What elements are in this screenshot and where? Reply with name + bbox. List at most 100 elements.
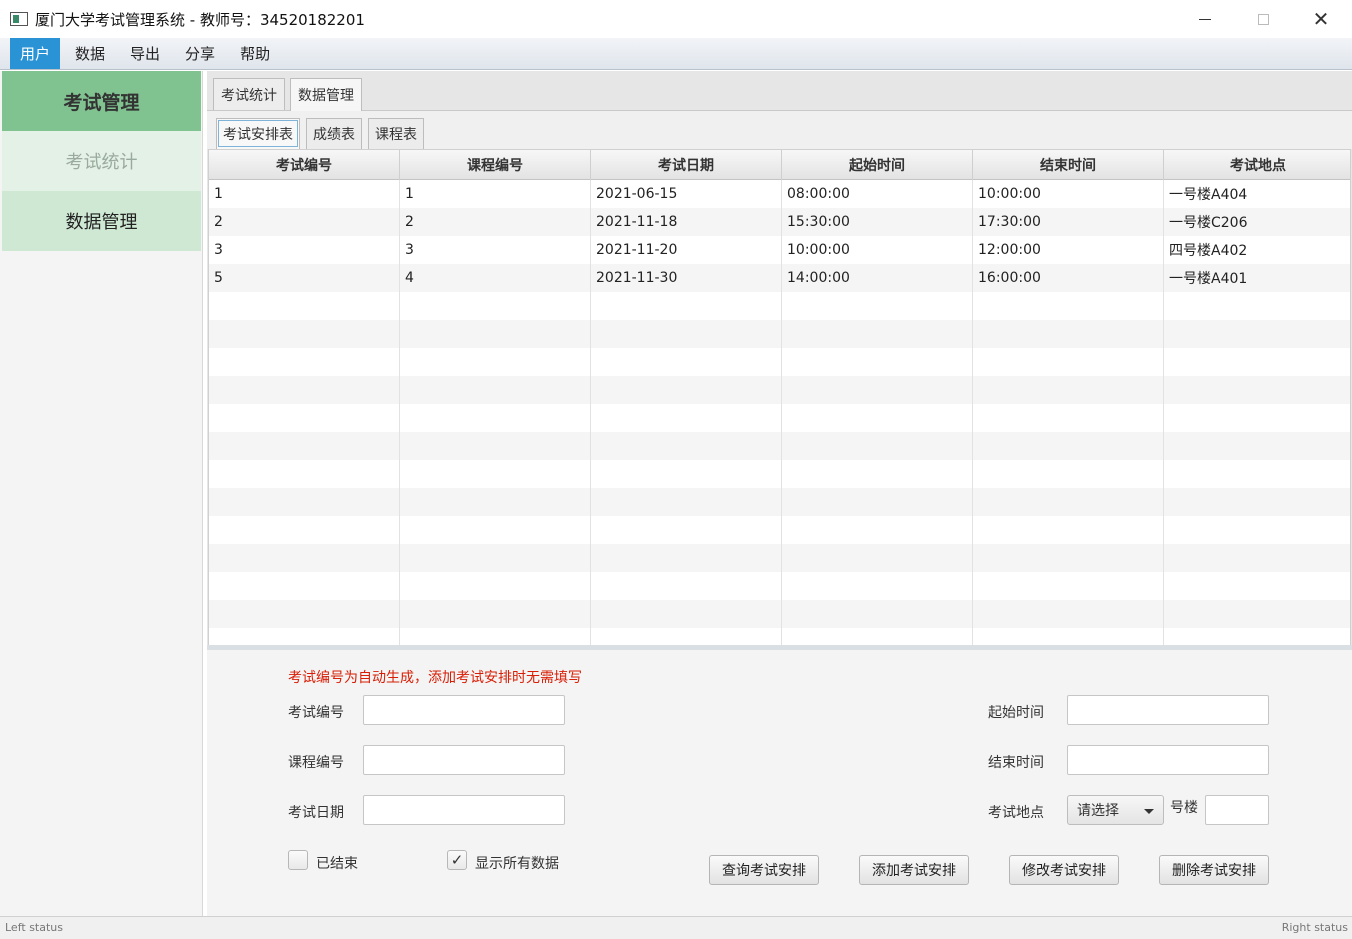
- start-time-input[interactable]: [1067, 695, 1269, 725]
- room-input[interactable]: [1205, 795, 1269, 825]
- table-row[interactable]: [209, 488, 1350, 516]
- table-cell: [782, 460, 973, 488]
- table-cell: [209, 460, 400, 488]
- table-row[interactable]: [209, 516, 1350, 544]
- table-row[interactable]: [209, 432, 1350, 460]
- close-button[interactable]: ✕: [1292, 0, 1350, 38]
- exam-id-input[interactable]: [363, 695, 565, 725]
- minimize-button[interactable]: [1176, 0, 1234, 38]
- table-cell: [400, 404, 591, 432]
- table-cell: [400, 292, 591, 320]
- table-cell: [209, 320, 400, 348]
- table-cell: [400, 544, 591, 572]
- table-row[interactable]: [209, 348, 1350, 376]
- table-cell: [973, 516, 1164, 544]
- table-cell: [1164, 572, 1350, 600]
- modify-exam-button[interactable]: 修改考试安排: [1009, 855, 1119, 885]
- table-row[interactable]: [209, 628, 1350, 645]
- table-row[interactable]: [209, 404, 1350, 432]
- column-header[interactable]: 结束时间: [973, 150, 1164, 180]
- table-cell: 14:00:00: [782, 264, 973, 292]
- column-header[interactable]: 课程编号: [400, 150, 591, 180]
- sidebar-item-exam-statistics[interactable]: 考试统计: [2, 131, 201, 191]
- table-cell: 2021-11-20: [591, 236, 782, 264]
- show-all-checkbox[interactable]: ✓: [447, 850, 467, 870]
- table-cell: [209, 432, 400, 460]
- tab-score-table[interactable]: 成绩表: [306, 118, 362, 149]
- menu-bar: 用户 数据 导出 分享 帮助: [0, 38, 1352, 70]
- column-header[interactable]: 考试编号: [209, 150, 400, 180]
- building-suffix-label: 号楼: [1170, 800, 1198, 816]
- table-cell: 3: [400, 236, 591, 264]
- auto-id-hint: 考试编号为自动生成，添加考试安排时无需填写: [288, 670, 582, 686]
- table-cell: [209, 628, 400, 645]
- sidebar: 考试管理 考试统计 数据管理: [0, 71, 203, 916]
- table-cell: [591, 488, 782, 516]
- query-exam-button[interactable]: 查询考试安排: [709, 855, 819, 885]
- tab-exam-schedule[interactable]: 考试安排表: [216, 118, 300, 149]
- tab-exam-statistics[interactable]: 考试统计: [213, 78, 285, 110]
- table-cell: [591, 348, 782, 376]
- menu-data[interactable]: 数据: [65, 38, 115, 69]
- menu-help[interactable]: 帮助: [230, 38, 280, 69]
- table-cell: [973, 432, 1164, 460]
- column-header[interactable]: 考试日期: [591, 150, 782, 180]
- exam-schedule-table[interactable]: 考试编号 课程编号 考试日期 起始时间 结束时间 考试地点 1 1 2021-06-…: [208, 149, 1351, 646]
- ended-checkbox[interactable]: [288, 850, 308, 870]
- table-row[interactable]: 2 2 2021-11-18 15:30:00 17:30:00 一号楼C206: [209, 208, 1350, 236]
- exam-date-input[interactable]: [363, 795, 565, 825]
- table-cell: [591, 544, 782, 572]
- table-cell: [973, 600, 1164, 628]
- table-cell: [973, 488, 1164, 516]
- table-cell: 08:00:00: [782, 180, 973, 208]
- table-cell: 15:30:00: [782, 208, 973, 236]
- end-time-input[interactable]: [1067, 745, 1269, 775]
- delete-exam-button[interactable]: 删除考试安排: [1159, 855, 1269, 885]
- app-icon: [10, 12, 28, 26]
- table-cell: 一号楼A404: [1169, 187, 1248, 203]
- course-id-input[interactable]: [363, 745, 565, 775]
- table-row[interactable]: [209, 572, 1350, 600]
- table-row[interactable]: 3 3 2021-11-20 10:00:00 12:00:00 四号楼A402: [209, 236, 1350, 264]
- maximize-button[interactable]: [1234, 0, 1292, 38]
- menu-share[interactable]: 分享: [175, 38, 225, 69]
- tab-data-management[interactable]: 数据管理: [290, 78, 362, 111]
- table-row[interactable]: [209, 600, 1350, 628]
- table-cell: [209, 544, 400, 572]
- table-row[interactable]: [209, 376, 1350, 404]
- table-cell: [782, 516, 973, 544]
- table-cell: [973, 460, 1164, 488]
- menu-user[interactable]: 用户: [10, 38, 61, 69]
- table-cell: [782, 572, 973, 600]
- table-cell: [400, 432, 591, 460]
- table-cell: [400, 348, 591, 376]
- building-select[interactable]: 请选择: [1067, 795, 1164, 825]
- sidebar-header: 考试管理: [2, 71, 201, 131]
- table-row[interactable]: [209, 320, 1350, 348]
- start-time-label: 起始时间: [988, 705, 1044, 721]
- table-row[interactable]: [209, 544, 1350, 572]
- table-body: 1 1 2021-06-15 08:00:00 10:00:00 一号楼A404 2 2 202…: [209, 180, 1350, 645]
- tab-course-table[interactable]: 课程表: [368, 118, 424, 149]
- table-cell: [782, 488, 973, 516]
- table-cell: [400, 320, 591, 348]
- column-header[interactable]: 起始时间: [782, 150, 973, 180]
- table-cell: 四号楼A402: [1169, 243, 1248, 259]
- column-header[interactable]: 考试地点: [1164, 150, 1350, 180]
- menu-export[interactable]: 导出: [120, 38, 170, 69]
- add-exam-button[interactable]: 添加考试安排: [859, 855, 969, 885]
- ended-label: 已结束: [316, 856, 358, 872]
- table-cell: [782, 404, 973, 432]
- table-row[interactable]: [209, 460, 1350, 488]
- sidebar-item-data-management[interactable]: 数据管理: [2, 191, 201, 251]
- table-row[interactable]: 1 1 2021-06-15 08:00:00 10:00:00 一号楼A404: [209, 180, 1350, 208]
- table-cell: 16:00:00: [973, 264, 1164, 292]
- table-cell: 2: [209, 208, 400, 236]
- table-row[interactable]: [209, 292, 1350, 320]
- table-cell: [1164, 432, 1350, 460]
- table-row[interactable]: 5 4 2021-11-30 14:00:00 16:00:00 一号楼A401: [209, 264, 1350, 292]
- table-cell: [1164, 628, 1350, 645]
- table-cell: 1: [209, 180, 400, 208]
- table-cell: [591, 460, 782, 488]
- end-time-label: 结束时间: [988, 755, 1044, 771]
